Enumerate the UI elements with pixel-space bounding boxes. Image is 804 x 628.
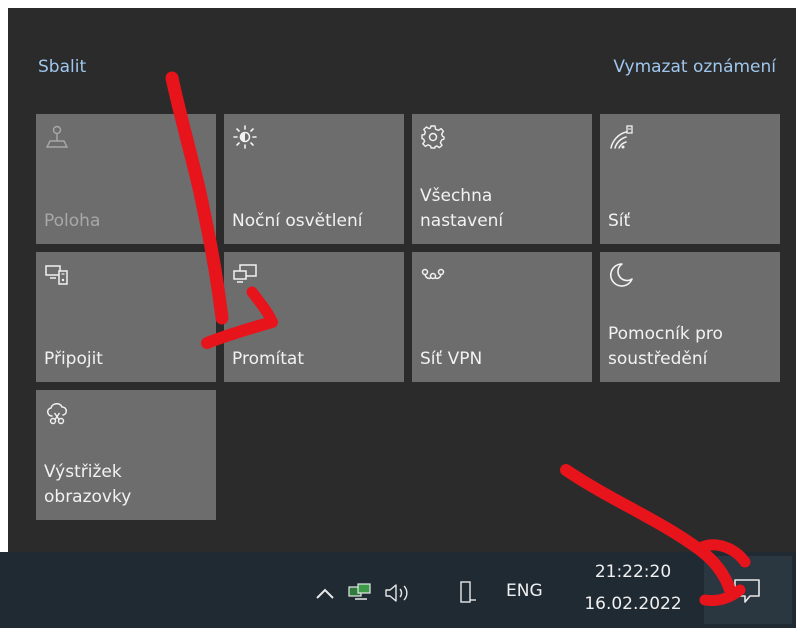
tile-night-light[interactable]: Noční osvětlení <box>224 114 404 244</box>
tile-network[interactable]: Síť <box>600 114 780 244</box>
brightness-icon <box>233 125 257 149</box>
tile-focus-assist[interactable]: Pomocník pro soustředění <box>600 252 780 382</box>
connect-icon <box>45 265 68 285</box>
notification-icon <box>734 579 760 603</box>
clock-date[interactable]: 16.02.2022 <box>578 594 688 614</box>
language-indicator[interactable]: ENG <box>506 581 543 601</box>
taskbar-edge <box>796 552 804 628</box>
chevron-up-icon[interactable] <box>312 578 338 608</box>
tile-location[interactable]: Poloha <box>36 114 216 244</box>
network-icon <box>610 125 633 149</box>
moon-icon <box>610 263 633 287</box>
project-icon <box>233 264 257 283</box>
screen: Sbalit Vymazat oznámení Poloha Noční osv… <box>0 0 804 628</box>
gear-icon <box>421 125 445 149</box>
tile-label: Noční osvětlení <box>232 211 363 231</box>
tile-label: Síť VPN <box>420 349 483 369</box>
tile-connect[interactable]: Připojit <box>36 252 216 382</box>
tile-label: Poloha <box>44 211 101 231</box>
snip-icon <box>47 403 67 425</box>
tile-project[interactable]: Promítat <box>224 252 404 382</box>
tile-screen-snip[interactable]: Výstřižek obrazovky <box>36 390 216 520</box>
location-icon <box>45 125 69 148</box>
vpn-icon <box>421 268 445 280</box>
action-center-panel: Sbalit Vymazat oznámení Poloha Noční osv… <box>8 8 796 552</box>
collapse-link[interactable]: Sbalit <box>38 56 86 78</box>
volume-icon[interactable] <box>382 578 416 608</box>
notifications-button[interactable] <box>704 556 792 624</box>
tile-label: Všechna nastavení <box>420 186 504 231</box>
clock-time[interactable]: 21:22:20 <box>578 562 688 582</box>
tile-label: Výstřižek obrazovky <box>44 462 132 507</box>
usb-drive-icon[interactable] <box>454 578 480 608</box>
network-tray-icon[interactable] <box>346 578 376 608</box>
tile-all-settings[interactable]: Všechna nastavení <box>412 114 592 244</box>
clear-notifications-link[interactable]: Vymazat oznámení <box>613 56 776 78</box>
tile-vpn[interactable]: Síť VPN <box>412 252 592 382</box>
tile-label: Připojit <box>44 349 103 369</box>
tile-label: Pomocník pro soustředění <box>608 324 723 369</box>
tile-label: Promítat <box>232 349 305 369</box>
tile-label: Síť <box>608 211 631 231</box>
